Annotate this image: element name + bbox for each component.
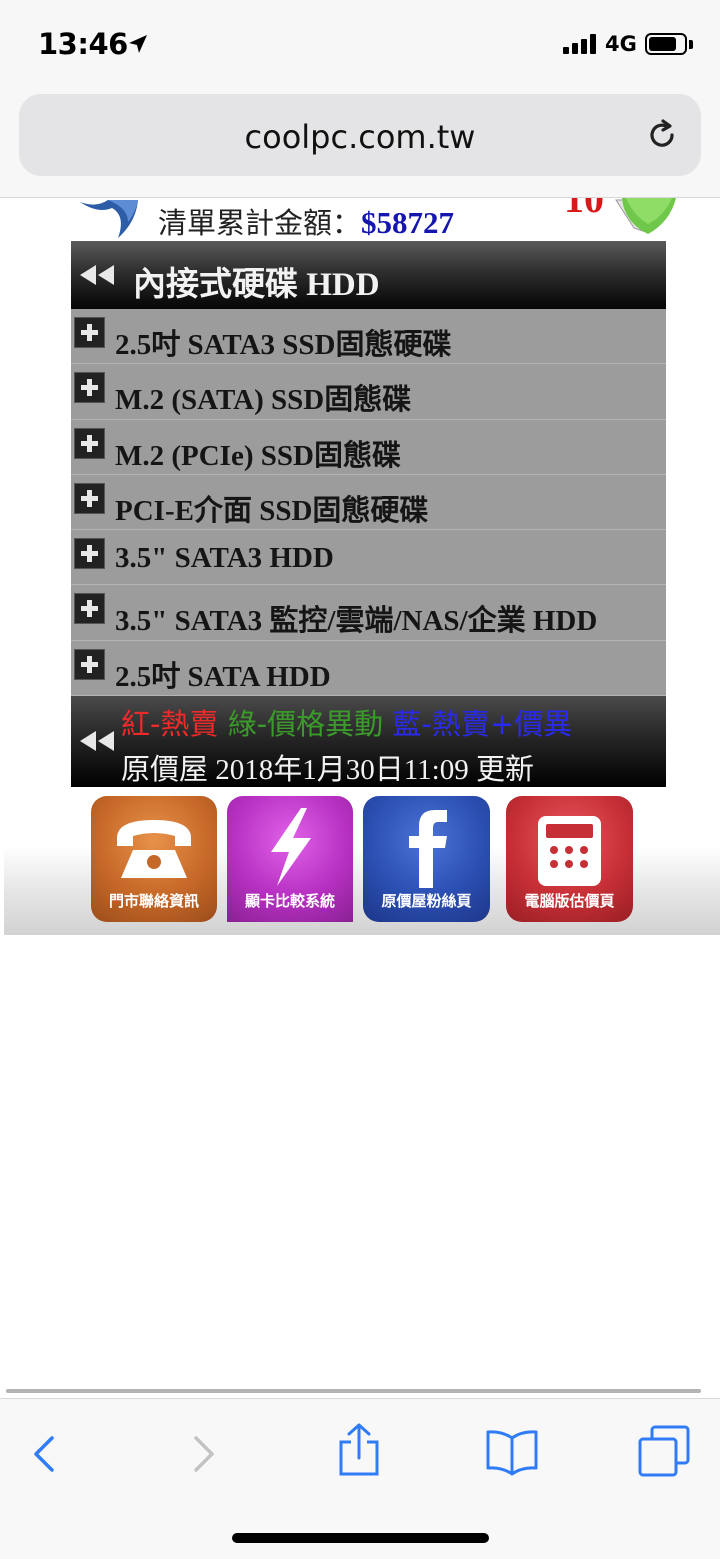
category-label[interactable]: 2.5吋 SATA3 SSD固態硬碟 [115,321,452,363]
lightning-icon [271,808,311,886]
category-label[interactable]: 3.5" SATA3 HDD [115,542,334,575]
facebook-icon [409,810,447,888]
tile-label: 門市聯絡資訊 [108,892,199,910]
expand-plus-icon[interactable] [74,482,105,514]
tile-label: 原價屋粉絲頁 [381,892,472,910]
address-bar[interactable]: coolpc.com.tw [19,94,701,176]
category-label[interactable]: M.2 (SATA) SSD固態碟 [115,376,411,418]
expand-plus-icon[interactable] [74,593,105,625]
legend-hot-price-change: 藍-熱賣+價異 [392,707,573,741]
category-item[interactable]: 3.5" SATA3 監控/雲端/NAS/企業 HDD [71,585,666,641]
back-arrows-icon[interactable] [79,264,115,286]
status-time: 13:46 [38,27,128,61]
update-timestamp: 原價屋 2018年1月30日11:09 更新 [121,754,534,786]
expand-plus-icon[interactable] [74,538,105,570]
expand-plus-icon[interactable] [74,372,105,404]
battery-cap [689,40,693,49]
category-list: 2.5吋 SATA3 SSD固態硬碟 M.2 (SATA) SSD固態碟 M.2… [71,309,666,697]
calculator-icon [538,816,601,886]
cart-total-label: 清單累計金額： [158,206,362,240]
category-label[interactable]: 2.5吋 SATA HDD [115,653,331,695]
forward-icon[interactable] [190,1434,218,1474]
legend-hot: 紅-熱賣 [121,707,219,741]
status-bar: 13:46 4G [0,0,720,88]
tile-label: 顯卡比較系統 [244,892,335,910]
battery-icon [645,33,687,55]
category-item[interactable]: M.2 (PCIe) SSD固態碟 [71,419,666,475]
expand-plus-icon[interactable] [74,427,105,459]
store-contact-tile[interactable]: 門市聯絡資訊 [91,796,217,922]
cart-total-value: $58727 [361,205,455,240]
category-item[interactable]: 3.5" SATA3 HDD [71,530,666,586]
expand-plus-icon[interactable] [74,317,105,348]
reload-icon[interactable] [644,117,680,153]
back-icon[interactable] [30,1434,58,1474]
category-menu-header: 內接式硬碟 HDD [71,241,666,309]
fan-page-tile[interactable]: 原價屋粉絲頁 [363,796,490,922]
share-icon[interactable] [336,1422,382,1478]
legend-price-change: 綠-價格異動 [227,707,384,741]
category-label[interactable]: PCI-E介面 SSD固態硬碟 [115,487,428,529]
category-item[interactable]: PCI-E介面 SSD固態硬碟 [71,474,666,531]
bookmarks-icon[interactable] [484,1428,540,1476]
back-arrows-icon[interactable] [79,730,115,752]
site-logo[interactable] [78,198,142,240]
category-item[interactable]: M.2 (SATA) SSD固態碟 [71,364,666,420]
network-type: 4G [605,32,637,56]
page-scroll-indicator [6,1389,701,1393]
cart-total: 清單累計金額：$58727 [158,200,454,242]
url-text[interactable]: coolpc.com.tw [19,118,701,156]
color-legend: 紅-熱賣 綠-價格異動 藍-熱賣+價異 [121,701,572,743]
telephone-icon [117,820,191,878]
home-indicator[interactable] [232,1533,489,1543]
category-label[interactable]: M.2 (PCIe) SSD固態碟 [115,432,401,474]
menu-footer: 紅-熱賣 綠-價格異動 藍-熱賣+價異 原價屋 2018年1月30日11:09 … [71,696,666,787]
location-arrow-icon [129,35,147,53]
address-bar-area: coolpc.com.tw [0,88,720,198]
gpu-compare-tile[interactable]: 顯卡比較系統 [227,796,353,922]
tabs-icon[interactable] [636,1424,692,1478]
svg-text:10: 10 [564,198,604,221]
cellular-signal-icon [563,34,599,54]
menu-title: 內接式硬碟 HDD [133,267,380,303]
tile-label: 電腦版估價頁 [524,892,615,910]
desktop-quote-tile[interactable]: 電腦版估價頁 [506,796,633,922]
category-item[interactable]: 2.5吋 SATA HDD [71,640,666,697]
category-item[interactable]: 2.5吋 SATA3 SSD固態硬碟 [71,309,666,365]
category-label[interactable]: 3.5" SATA3 監控/雲端/NAS/企業 HDD [115,597,597,639]
expand-plus-icon[interactable] [74,648,105,680]
badge-icon[interactable]: 10 [562,198,680,238]
